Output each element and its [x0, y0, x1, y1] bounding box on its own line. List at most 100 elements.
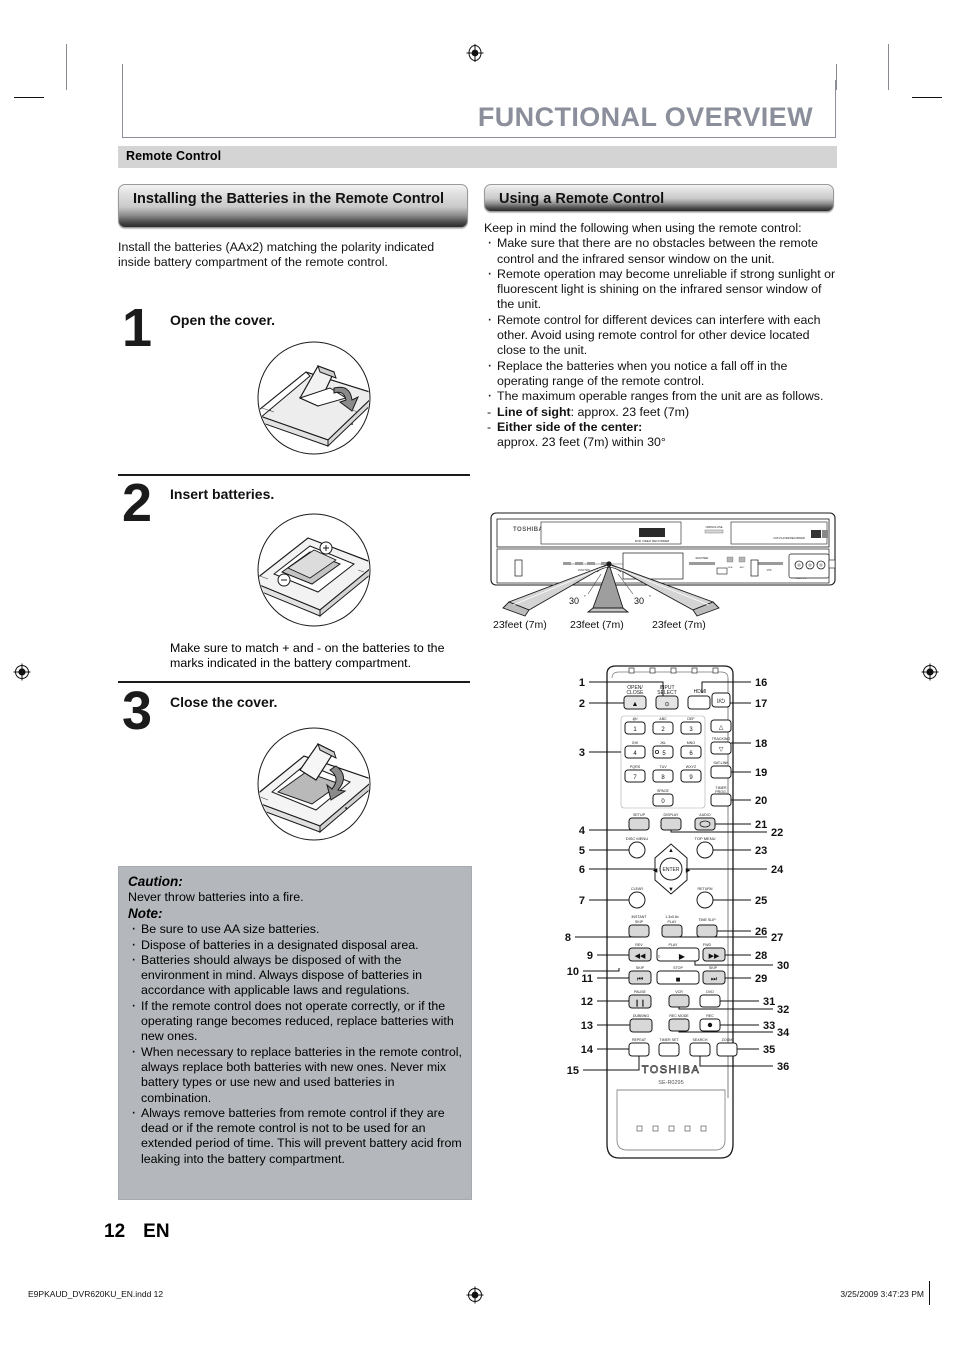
remote-control-diagram: OPEN/ CLOSE INPUT SELECT HDMI ▲ ⊙ I/⏻ .@… [545, 660, 795, 1200]
callout-8: 8 [565, 932, 571, 944]
callout-24: 24 [771, 864, 784, 876]
page-title-frame: FUNCTIONAL OVERVIEW [122, 80, 836, 138]
callout-17: 17 [755, 698, 767, 710]
svg-text:GHI: GHI [632, 741, 638, 745]
svg-text:DISC MENU: DISC MENU [626, 836, 649, 841]
note-heading: Note: [128, 906, 163, 922]
callout-14: 14 [581, 1044, 594, 1056]
manual-page: FUNCTIONAL OVERVIEW Remote Control Insta… [0, 0, 954, 1351]
svg-text:VHS: VHS [767, 570, 772, 572]
svg-text:SKIP: SKIP [636, 966, 645, 970]
step-1-figure [248, 336, 378, 460]
usage-bullet: Make sure that there are no obstacles be… [484, 235, 836, 267]
svg-text:REC MODE: REC MODE [669, 1014, 689, 1018]
svg-text:DVD: DVD [706, 990, 714, 994]
svg-text:I/⏻: I/⏻ [717, 698, 725, 705]
callout-7: 7 [579, 895, 585, 907]
range-label: Either side of the center: [497, 419, 643, 434]
callout-3: 3 [579, 747, 585, 759]
note-item: Dispose of batteries in a designated dis… [128, 937, 462, 953]
unit-range-diagram: TOSHIBA DVD VIDEO RECORDER OPEN/CLOSE VH… [489, 512, 837, 634]
usage-bullet: Remote control for different devices can… [484, 312, 836, 359]
note-list: Be sure to use AA size batteries. Dispos… [128, 921, 462, 1167]
crop-mark-top-left-vertical [66, 44, 67, 90]
svg-text:△: △ [719, 725, 724, 731]
svg-text:DEF: DEF [687, 717, 695, 721]
svg-text:DUB: DUB [728, 567, 733, 569]
svg-text:○: ○ [657, 954, 660, 960]
left-column-heading: Installing the Batteries in the Remote C… [118, 184, 468, 228]
step-2-number: 2 [122, 473, 153, 533]
range-item: Line of sight: approx. 23 feet (7m) [484, 404, 836, 421]
svg-text:TIMER SET: TIMER SET [659, 1038, 679, 1042]
svg-text:⊙: ⊙ [664, 702, 669, 708]
svg-text:SELECT: SELECT [657, 690, 676, 696]
callout-21: 21 [755, 819, 767, 831]
svg-text:⏭: ⏭ [711, 976, 718, 983]
svg-text:▲: ▲ [632, 701, 639, 708]
right-column-heading: Using a Remote Control [484, 184, 834, 212]
crop-mark-right-horizontal [912, 97, 942, 98]
right-column-heading-label: Using a Remote Control [499, 191, 665, 207]
callout-12: 12 [581, 996, 593, 1008]
callout-4: 4 [579, 825, 586, 837]
step-2-caption: Make sure to match + and - on the batter… [170, 641, 445, 671]
svg-text:MNO: MNO [687, 741, 696, 745]
callout-32: 32 [777, 1004, 789, 1016]
range-value: : approx. 23 feet (7m) [570, 404, 690, 419]
callout-28: 28 [755, 950, 767, 962]
callout-23: 23 [755, 845, 767, 857]
callout-31: 31 [763, 996, 775, 1008]
caution-note-box: Caution: Never throw batteries into a fi… [118, 866, 472, 1200]
crop-mark-inner-right [836, 64, 837, 90]
callout-10: 10 [567, 966, 579, 978]
usage-bullet: Replace the batteries when you notice a … [484, 358, 836, 390]
section-bar: Remote Control [118, 146, 837, 168]
usage-bullet: Remote operation may become unreliable i… [484, 266, 836, 313]
svg-text:REC: REC [706, 1014, 714, 1018]
svg-text:SKIP: SKIP [709, 966, 718, 970]
svg-text:DISPLAY: DISPLAY [664, 813, 680, 817]
svg-text:ZOOM: ZOOM [722, 1038, 733, 1042]
svg-text:30: 30 [569, 596, 579, 606]
svg-text:TIME SLIP: TIME SLIP [698, 918, 716, 922]
svg-text:STOP: STOP [673, 966, 683, 970]
range-label-center: 23feet (7m) [570, 619, 624, 631]
svg-text:PQRS: PQRS [630, 765, 641, 769]
callout-20: 20 [755, 795, 767, 807]
svg-text:JKL: JKL [660, 741, 666, 745]
language-code: EN [143, 1221, 170, 1242]
svg-text:30: 30 [634, 596, 644, 606]
right-column-intro: Keep in mind the following when using th… [484, 221, 802, 235]
step-3-figure [248, 722, 378, 846]
callout-19: 19 [755, 767, 767, 779]
callout-25: 25 [755, 895, 767, 907]
svg-text:▼: ▼ [668, 887, 674, 893]
svg-text:INSTANT: INSTANT [631, 915, 647, 919]
step-3-number: 3 [122, 681, 153, 741]
left-column-heading-label: Installing the Batteries in the Remote C… [133, 191, 444, 207]
footer-rule [929, 1281, 930, 1305]
usage-bullet-list: Make sure that there are no obstacles be… [484, 235, 836, 404]
svg-text:VHS PLAYER/RECORDER: VHS PLAYER/RECORDER [773, 536, 805, 540]
callout-35: 35 [763, 1044, 775, 1056]
svg-text:⏮: ⏮ [637, 976, 643, 983]
svg-text:SEARCH: SEARCH [693, 1038, 708, 1042]
note-item: Batteries should always be disposed of w… [128, 952, 462, 999]
callout-26: 26 [755, 926, 767, 938]
callout-13: 13 [581, 1020, 593, 1032]
range-label-right: 23feet (7m) [652, 619, 706, 631]
remote-model: SE-R0295 [658, 1080, 683, 1086]
note-item: When necessary to replace batteries in t… [128, 1044, 462, 1106]
svg-text:VIDEO L R: VIDEO L R [796, 578, 807, 580]
svg-text:CLOSE: CLOSE [627, 690, 645, 696]
step-1-number: 1 [122, 298, 153, 358]
range-list: Line of sight: approx. 23 feet (7m) Eith… [484, 405, 836, 451]
svg-text:■: ■ [676, 975, 681, 984]
callout-9: 9 [587, 950, 593, 962]
step-3-title: Close the cover. [170, 694, 278, 710]
svg-text:TOP MENU: TOP MENU [695, 836, 716, 841]
svg-text:REC: REC [740, 567, 745, 569]
step-2-figure [248, 508, 378, 632]
svg-text:SETUP: SETUP [633, 813, 646, 817]
